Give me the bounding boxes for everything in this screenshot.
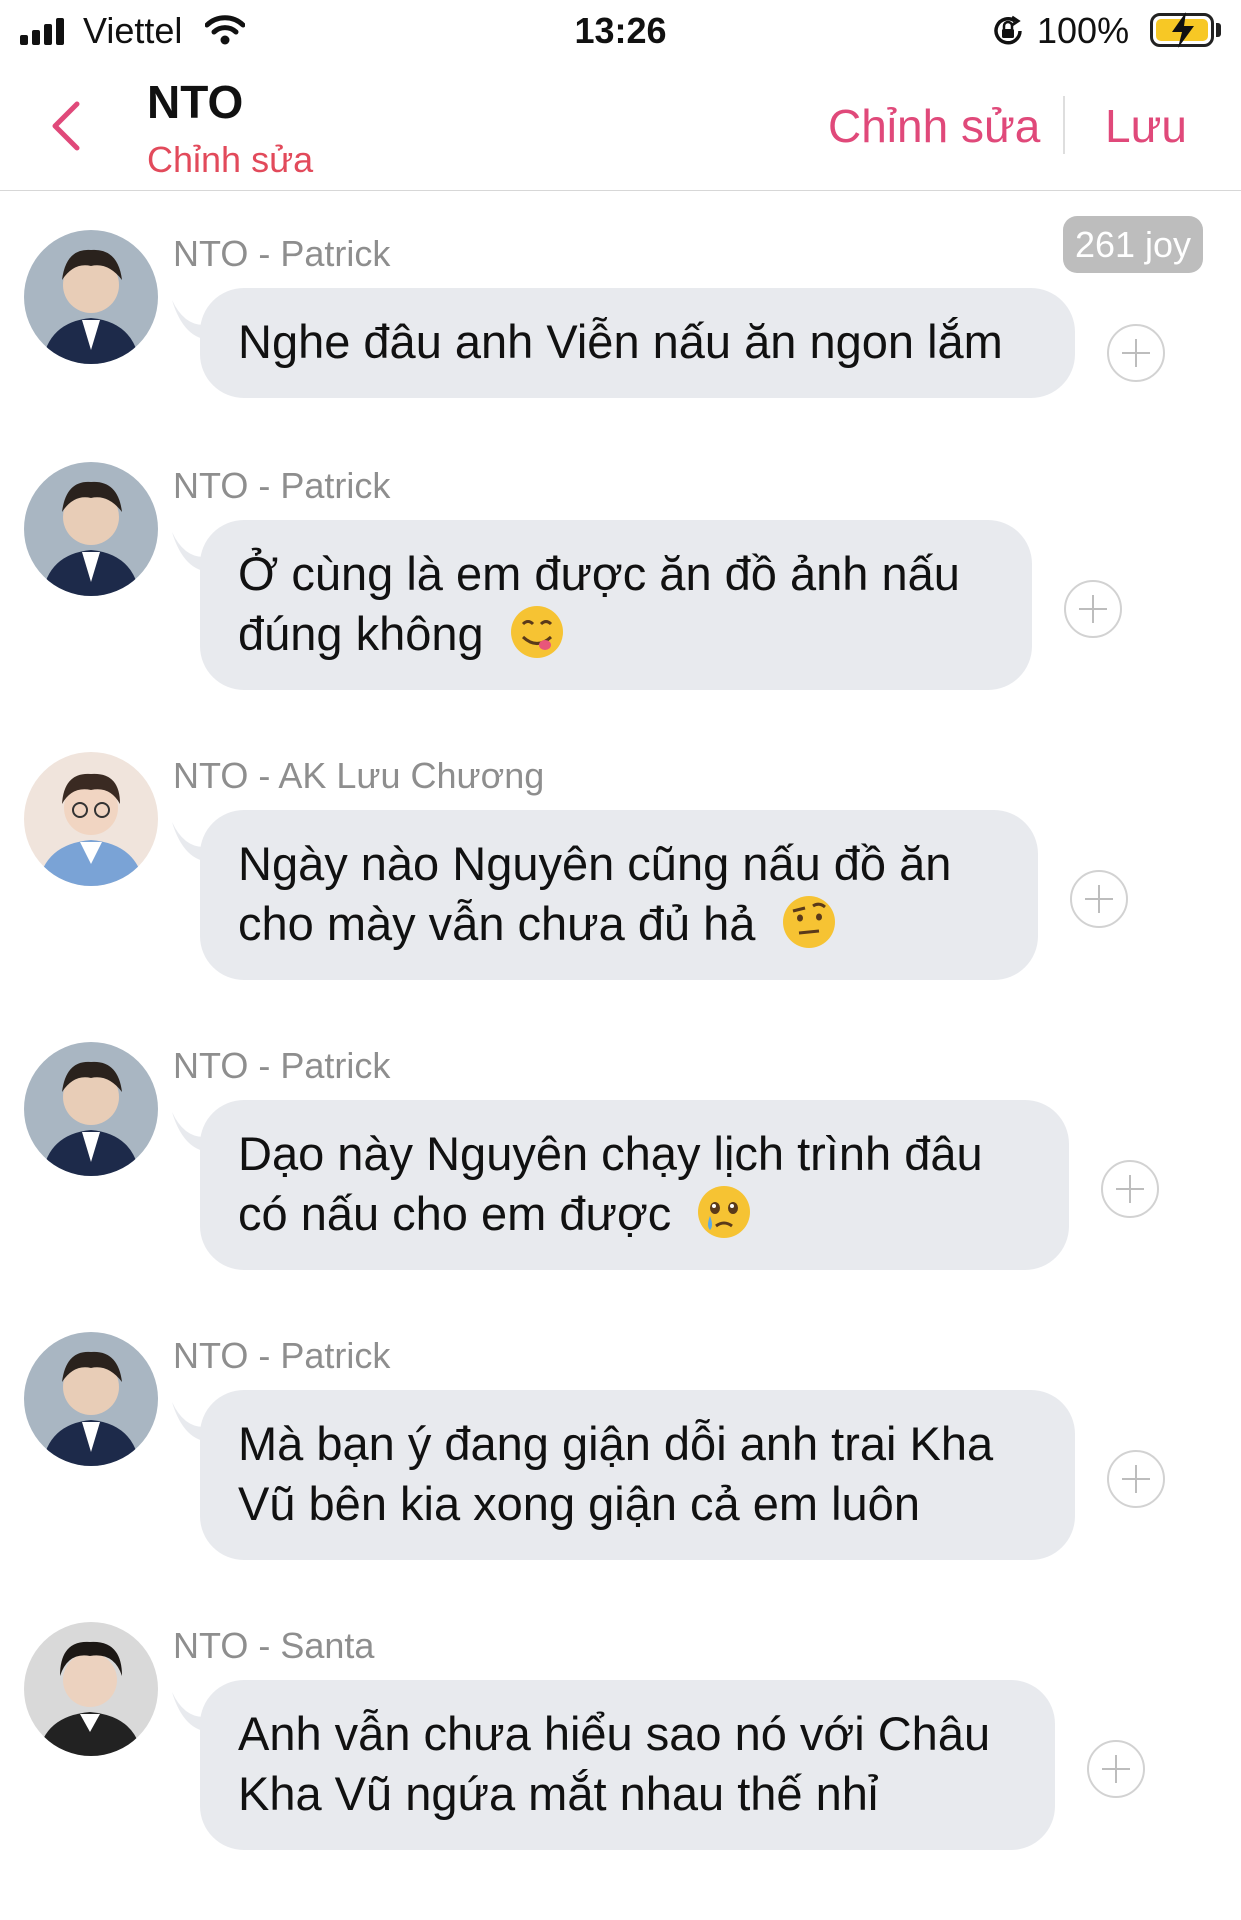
message-text: Ngày nào Nguyên cũng nấu đồ ăn cho mày v…: [238, 837, 952, 950]
message-text: Anh vẫn chưa hiểu sao nó với Châu Kha Vũ…: [238, 1707, 991, 1820]
add-reaction-icon[interactable]: [1107, 324, 1165, 382]
sender-name: NTO - Santa: [173, 1625, 375, 1666]
avatar[interactable]: [24, 1622, 158, 1756]
chat-title: NTO: [147, 76, 244, 128]
add-reaction-icon[interactable]: [1064, 580, 1122, 638]
message-bubble[interactable]: Nghe đâu anh Viễn nấu ăn ngon lắm: [200, 288, 1075, 398]
chat-subtitle: Chỉnh sửa: [147, 139, 314, 180]
add-reaction-icon[interactable]: [1087, 1740, 1145, 1798]
message-text: Nghe đâu anh Viễn nấu ăn ngon lắm: [238, 315, 1003, 368]
status-bar: Viettel 13:26 100%: [0, 0, 1241, 62]
message-text: Ở cùng là em được ăn đồ ảnh nấu đúng khô…: [238, 547, 960, 660]
sender-name: NTO - Patrick: [173, 465, 391, 506]
add-reaction-icon[interactable]: [1107, 1450, 1165, 1508]
raised-eyebrow-face-icon: [782, 896, 835, 948]
message-bubble[interactable]: Ở cùng là em được ăn đồ ảnh nấu đúng khô…: [200, 520, 1032, 690]
message-bubble[interactable]: Dạo này Nguyên chạy lịch trình đâu có nấ…: [200, 1100, 1069, 1270]
edit-button[interactable]: Chỉnh sửa: [828, 96, 1040, 156]
back-chevron-icon[interactable]: [45, 98, 85, 154]
yum-face-icon: [510, 606, 563, 658]
rotation-lock-icon: [994, 15, 1022, 45]
battery-percentage: 100%: [1037, 10, 1130, 51]
joy-count-badge: 261 joy: [1063, 216, 1203, 273]
message-bubble[interactable]: Ngày nào Nguyên cũng nấu đồ ăn cho mày v…: [200, 810, 1038, 980]
holding-back-tears-face-icon: [698, 1186, 751, 1238]
message-bubble[interactable]: Anh vẫn chưa hiểu sao nó với Châu Kha Vũ…: [200, 1680, 1055, 1850]
header-divider: [1063, 96, 1065, 154]
add-reaction-icon[interactable]: [1070, 870, 1128, 928]
sender-name: NTO - Patrick: [173, 1045, 391, 1086]
message-text: Mà bạn ý đang giận dỗi anh trai Kha Vũ b…: [238, 1417, 994, 1530]
add-reaction-icon[interactable]: [1101, 1160, 1159, 1218]
sender-name: NTO - AK Lưu Chương: [173, 755, 545, 796]
avatar[interactable]: [24, 1332, 158, 1466]
battery-icon: [1150, 12, 1214, 48]
message-text: Dạo này Nguyên chạy lịch trình đâu có nấ…: [238, 1127, 983, 1240]
chat-header: NTO Chỉnh sửa Chỉnh sửa Lưu: [0, 62, 1241, 191]
avatar[interactable]: [24, 230, 158, 364]
save-button[interactable]: Lưu: [1105, 96, 1187, 156]
sender-name: NTO - Patrick: [173, 233, 391, 274]
sender-name: NTO - Patrick: [173, 1335, 391, 1376]
message-bubble[interactable]: Mà bạn ý đang giận dỗi anh trai Kha Vũ b…: [200, 1390, 1075, 1560]
battery-cap: [1216, 23, 1221, 37]
avatar[interactable]: [24, 752, 158, 886]
avatar[interactable]: [24, 1042, 158, 1176]
avatar[interactable]: [24, 462, 158, 596]
